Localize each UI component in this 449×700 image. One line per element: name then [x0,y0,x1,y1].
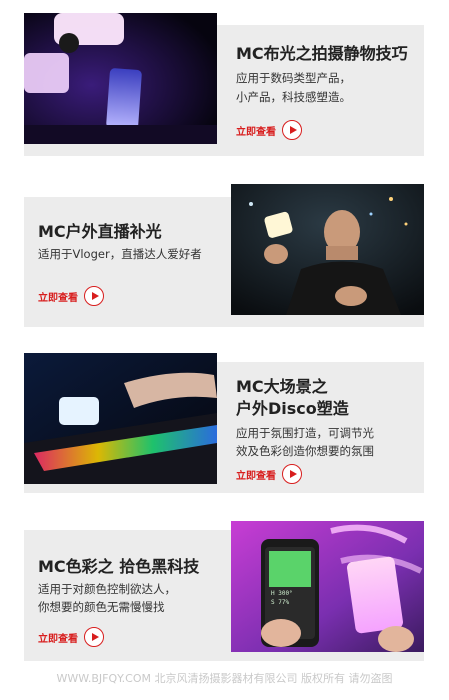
card-description-line: 应用于氛围打造，可调节光 [236,426,374,440]
play-icon [282,120,302,140]
card-title: MC布光之拍摄静物技巧 [236,44,408,63]
view-now-button[interactable]: 立即查看 [38,286,104,306]
phone-readout-saturation: S 77% [271,599,290,606]
view-now-label: 立即查看 [236,470,276,482]
card-title: MC色彩之 拾色黑科技 [38,557,200,576]
card-description-line: 应用于数码类型产品， [236,71,351,85]
play-icon [84,286,104,306]
view-now-label: 立即查看 [38,633,78,645]
card-title-line: 户外Disco塑造 [236,399,349,418]
play-icon [282,464,302,484]
outdoor-live-image [231,184,424,315]
card-description-line: 效及色彩创造你想要的氛围 [236,444,374,458]
photo-disco-scene [24,353,217,484]
view-now-label: 立即查看 [38,292,78,304]
phone-readout-hue: H 300° [271,590,293,597]
play-icon [84,627,104,647]
color-picking-image [231,521,424,652]
photo-color-picking: H 300° S 77% [231,521,424,652]
copyright-footer: WWW.BJFQY.COM 北京风清扬摄影器材有限公司 版权所有 请勿盗图 [56,672,393,685]
still-life-image [24,13,217,144]
card-description-line: 小产品，科技感塑造。 [236,90,351,104]
card-title-line: MC大场景之 [236,377,328,396]
card-title: MC户外直播补光 [38,222,162,241]
photo-outdoor-live [231,184,424,315]
disco-scene-image [24,353,217,484]
view-now-button[interactable]: 立即查看 [38,627,104,647]
view-now-button[interactable]: 立即查看 [236,120,302,140]
card-description-line: 你想要的颜色无需慢慢找 [38,600,165,614]
photo-still-life [24,13,217,144]
view-now-button[interactable]: 立即查看 [236,464,302,484]
view-now-label: 立即查看 [236,126,276,138]
card-description-line: 适用于Vloger，直播达人爱好者 [38,247,202,261]
card-description-line: 适用于对颜色控制欲达人， [38,582,176,596]
